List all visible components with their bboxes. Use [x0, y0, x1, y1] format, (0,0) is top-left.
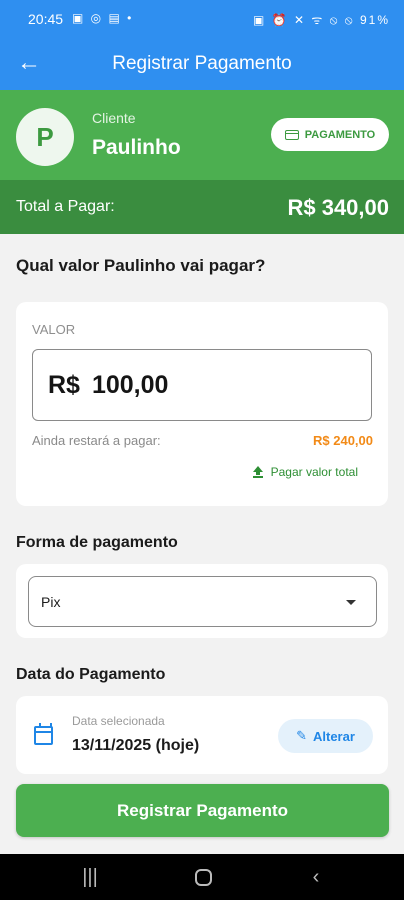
- payment-method-dropdown[interactable]: Pix: [28, 576, 377, 627]
- amount-card: VALOR R$ 100,00 Ainda restará a pagar: R…: [16, 302, 388, 506]
- client-label: Cliente: [92, 110, 136, 126]
- system-nav-bar: ||| ‹: [0, 854, 404, 900]
- change-date-label: Alterar: [312, 728, 355, 744]
- credit-card-icon: [284, 129, 299, 140]
- calendar-icon: [34, 723, 53, 745]
- status-bar: 20:45 ▣ ◎ ▤ • ▣ ⏰ ✕ ᯤ ⦸ ⦸ 91%: [0, 0, 404, 38]
- remaining-label: Ainda restará a pagar:: [32, 433, 161, 448]
- payment-date-title: Data do Pagamento: [16, 666, 166, 683]
- payment-method-card: Pix: [16, 564, 388, 638]
- currency-prefix: R$: [48, 370, 80, 399]
- remaining-value: R$ 240,00: [313, 433, 373, 448]
- payment-badge: PAGAMENTO: [271, 118, 389, 151]
- register-payment-button[interactable]: Registrar Pagamento: [16, 784, 389, 837]
- nav-back-icon[interactable]: ‹: [296, 864, 336, 890]
- date-sub-label: Data selecionada: [72, 714, 165, 728]
- upload-icon: [252, 466, 263, 478]
- change-date-button[interactable]: ✎ Alterar: [278, 719, 373, 753]
- selected-date: 13/11/2025 (hoje): [72, 737, 200, 754]
- payment-method-title: Forma de pagamento: [16, 534, 178, 551]
- total-label: Total a Pagar:: [16, 198, 115, 215]
- page-title: Registrar Pagamento: [112, 53, 292, 74]
- total-value: R$ 340,00: [287, 195, 389, 220]
- avatar: P: [16, 108, 74, 166]
- dropdown-arrow-icon: [346, 600, 356, 605]
- status-time: 20:45: [28, 11, 64, 27]
- recents-icon[interactable]: |||: [70, 864, 110, 890]
- notification-icons: ▣ ◎ ▤ •: [72, 11, 134, 25]
- client-name: Paulinho: [92, 136, 181, 159]
- amount-input[interactable]: R$ 100,00: [32, 349, 372, 421]
- pay-full-button[interactable]: Pagar valor total: [252, 465, 358, 479]
- home-icon[interactable]: [183, 864, 223, 890]
- payment-date-card: Data selecionada 13/11/2025 (hoje) ✎ Alt…: [16, 696, 388, 774]
- pencil-icon: ✎: [296, 728, 307, 743]
- battery-level: 91%: [359, 13, 390, 27]
- payment-badge-label: PAGAMENTO: [304, 128, 376, 141]
- total-bar: Total a Pagar: R$ 340,00: [0, 180, 404, 234]
- system-icons: ▣ ⏰ ✕ ᯤ ⦸ ⦸ 91%: [253, 11, 390, 28]
- client-header: P Cliente Paulinho PAGAMENTO: [0, 90, 404, 180]
- payment-method-value: Pix: [41, 593, 61, 610]
- amount-field-label: VALOR: [32, 322, 76, 337]
- pay-full-label: Pagar valor total: [270, 465, 358, 479]
- amount-value: 100,00: [91, 370, 169, 399]
- status-icons: ▣ ⏰ ✕ ᯤ ⦸ ⦸: [253, 13, 355, 27]
- app-bar: ← Registrar Pagamento: [0, 38, 404, 90]
- amount-question: Qual valor Paulinho vai pagar?: [16, 256, 266, 275]
